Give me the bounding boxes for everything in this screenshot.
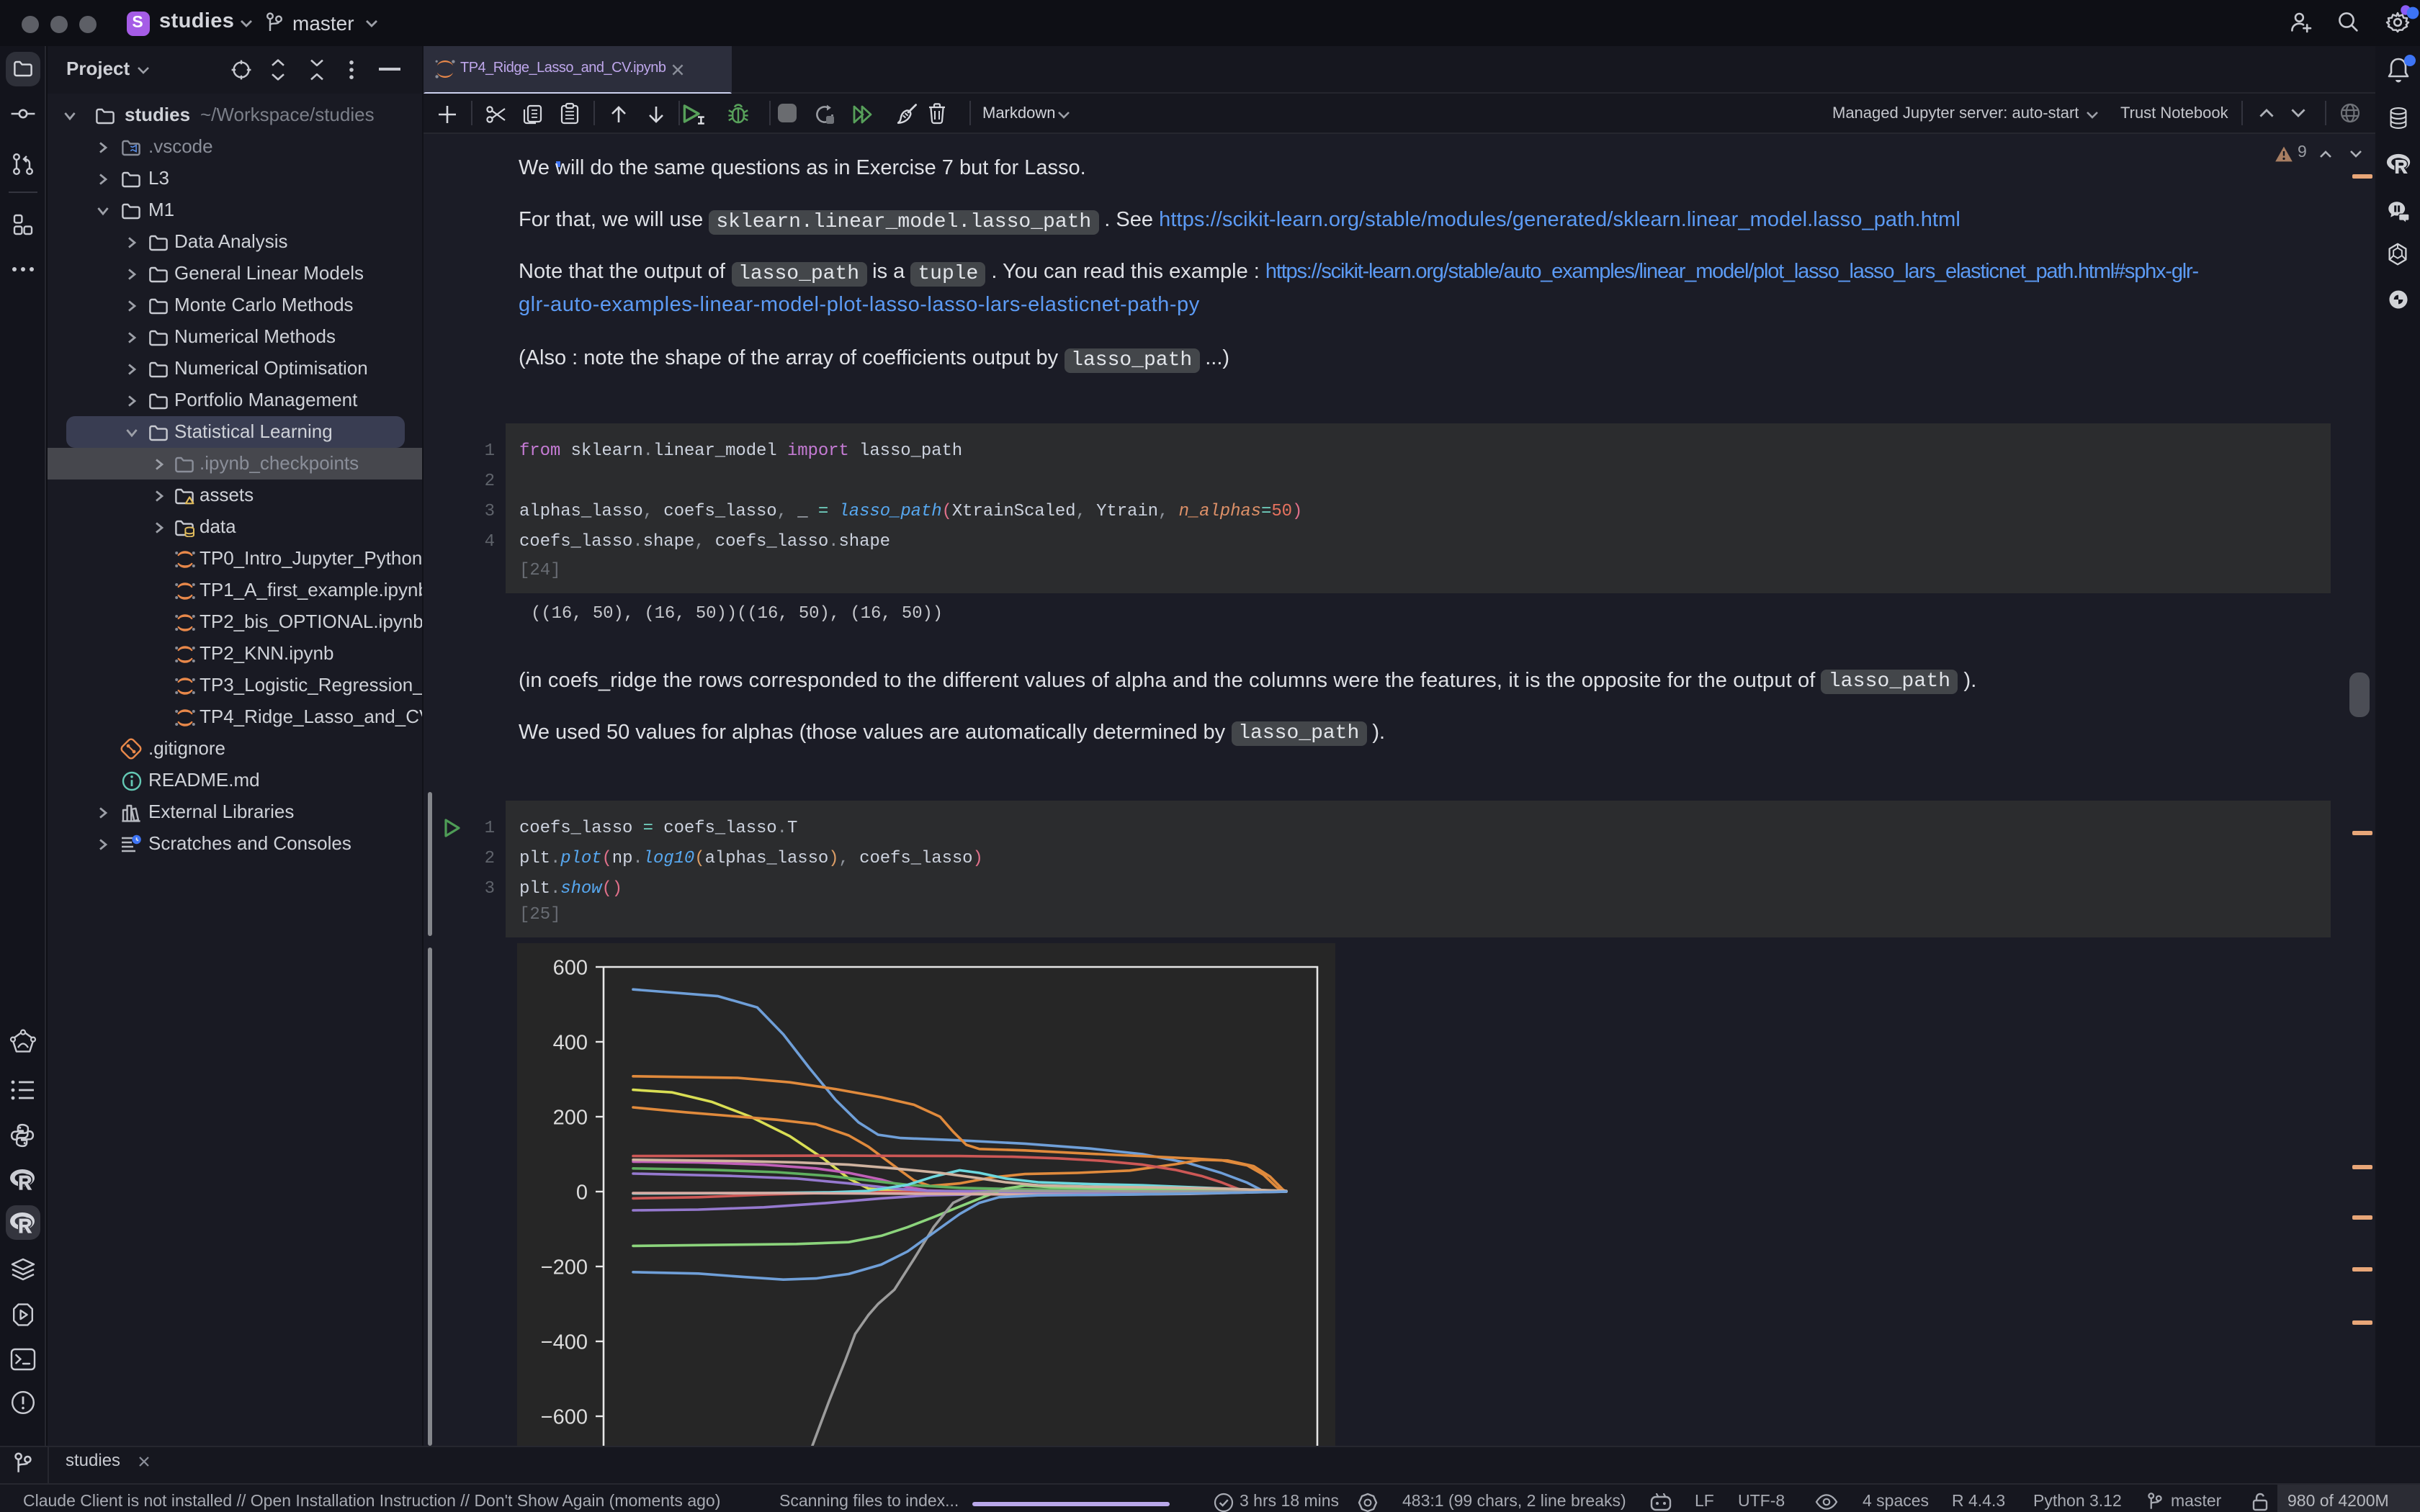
svg-text:0: 0 <box>575 1181 587 1204</box>
svg-text:−200: −200 <box>540 1256 587 1279</box>
svg-text:−600: −600 <box>540 1405 587 1428</box>
svg-text:400: 400 <box>552 1031 587 1054</box>
svg-text:600: 600 <box>552 956 587 979</box>
svg-text:200: 200 <box>552 1106 587 1129</box>
svg-text:−400: −400 <box>540 1331 587 1354</box>
